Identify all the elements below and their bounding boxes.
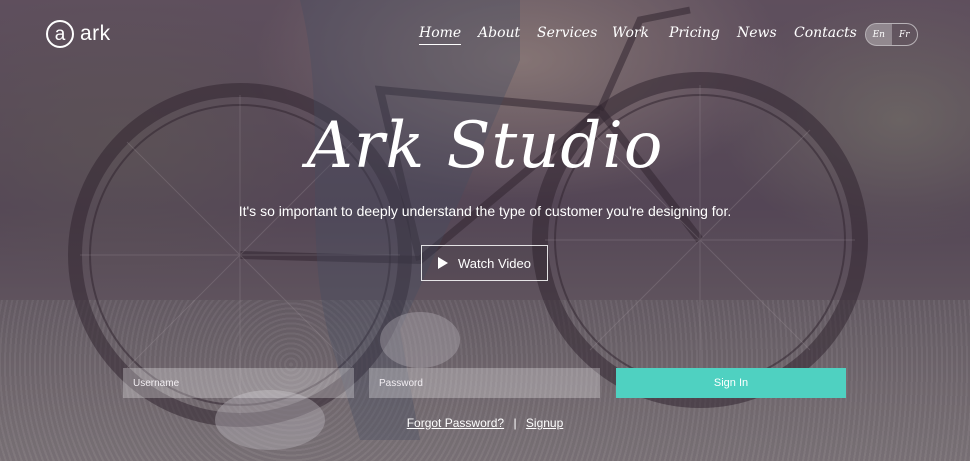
watch-video-button[interactable]: Watch Video bbox=[421, 245, 548, 281]
link-separator: | bbox=[513, 416, 517, 430]
hero-title: Ark Studio bbox=[306, 109, 664, 183]
nav-item-pricing[interactable]: Pricing bbox=[669, 25, 720, 41]
main-nav: Home About Services Work Pricing News Co… bbox=[0, 25, 860, 47]
username-input[interactable] bbox=[123, 368, 354, 398]
hero-subtitle: It's so important to deeply understand t… bbox=[238, 203, 732, 219]
nav-item-work[interactable]: Work bbox=[612, 25, 649, 41]
lang-option-fr[interactable]: Fr bbox=[892, 24, 918, 45]
nav-item-home[interactable]: Home bbox=[419, 25, 462, 45]
watch-video-label: Watch Video bbox=[458, 255, 531, 271]
auth-links: Forgot Password? | Signup bbox=[0, 416, 970, 430]
signup-link[interactable]: Signup bbox=[526, 416, 563, 430]
sign-in-button[interactable]: Sign In bbox=[616, 368, 846, 398]
language-switcher: En Fr bbox=[865, 23, 918, 46]
lang-option-en[interactable]: En bbox=[866, 24, 892, 45]
nav-item-contacts[interactable]: Contacts bbox=[794, 25, 857, 41]
play-icon bbox=[438, 257, 448, 269]
nav-item-about[interactable]: About bbox=[478, 25, 520, 41]
password-input[interactable] bbox=[369, 368, 600, 398]
nav-item-news[interactable]: News bbox=[737, 25, 777, 41]
nav-item-services[interactable]: Services bbox=[537, 25, 597, 41]
forgot-password-link[interactable]: Forgot Password? bbox=[407, 416, 504, 430]
